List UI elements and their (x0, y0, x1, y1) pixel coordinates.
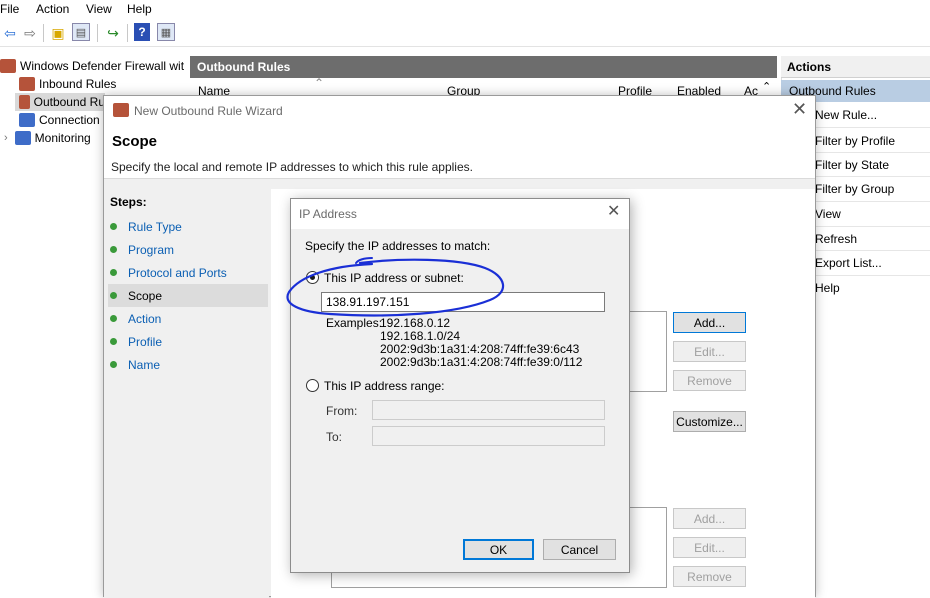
subnet-option-label[interactable]: This IP address or subnet: (324, 271, 464, 285)
center-pane-title: Outbound Rules (190, 56, 777, 78)
up-folder-icon[interactable]: ▣ (48, 23, 68, 43)
action-filter-by-profile[interactable]: Filter by Profile (815, 134, 895, 148)
connection-icon (19, 113, 35, 127)
sort-up-icon: ⌃ (314, 76, 325, 90)
tree-item-outbound-rules[interactable]: Outbound Ru (15, 93, 105, 111)
ip-dialog-titlebar: IP Address ✕ (291, 199, 629, 229)
example-item: 2002:9d3b:1a31:4:208:74ff:fe39:6c43 (380, 342, 580, 356)
step-label: Action (128, 311, 162, 326)
step-action[interactable]: Action (108, 307, 268, 330)
tree-item-label: Windows Defender Firewall wit (20, 59, 185, 73)
action-export-list[interactable]: Export List... (815, 256, 882, 270)
step-label: Name (128, 357, 161, 372)
step-label: Program (128, 242, 175, 257)
tree-item-label: Outbound Ru (33, 95, 105, 109)
firewall-rules-icon (19, 77, 35, 91)
remove-remote-button[interactable]: Remove (673, 566, 746, 587)
firewall-icon (113, 103, 129, 117)
green-dot-icon (110, 315, 117, 322)
close-icon[interactable]: ✕ (792, 100, 807, 118)
toolbar: ⇦ ⇨ ▣ ▤ ↪ ? ▦ (0, 19, 930, 47)
green-dot-icon (110, 292, 117, 299)
help-icon[interactable]: ? (134, 23, 150, 41)
range-option-label[interactable]: This IP address range: (324, 379, 445, 393)
step-label: Profile (128, 334, 163, 349)
edit-button[interactable]: Edit... (673, 341, 746, 362)
step-profile[interactable]: Profile (108, 330, 268, 353)
range-radio[interactable] (306, 379, 319, 392)
ip-dialog-title: IP Address (299, 207, 357, 221)
wizard-heading: Scope (112, 133, 158, 150)
tree-item-label: Inbound Rules (39, 77, 117, 91)
example-item: 192.168.1.0/24 (380, 329, 461, 343)
example-item: 2002:9d3b:1a31:4:208:74ff:fe39:0/112 (380, 355, 583, 369)
properties-icon[interactable]: ▦ (157, 23, 175, 41)
step-scope[interactable]: Scope (108, 284, 268, 307)
wizard-subheading: Specify the local and remote IP addresse… (111, 160, 473, 174)
step-label: Rule Type (128, 219, 182, 234)
from-label: From: (326, 404, 358, 418)
monitoring-icon (14, 131, 31, 145)
show-hide-tree-icon[interactable]: ▤ (72, 23, 90, 41)
menu-action[interactable]: Action (36, 2, 69, 16)
subnet-input[interactable] (321, 292, 605, 312)
step-protocol-and-ports[interactable]: Protocol and Ports (108, 261, 268, 284)
wizard-title: New Outbound Rule Wizard (134, 104, 283, 118)
tree-item-label: Monitoring (34, 131, 91, 145)
wizard-header: Scope Specify the local and remote IP ad… (104, 126, 815, 179)
green-dot-icon (110, 361, 117, 368)
ok-button[interactable]: OK (463, 539, 534, 560)
examples-label: Examples: (326, 316, 383, 330)
menu-file[interactable]: File (0, 2, 19, 16)
from-input[interactable] (372, 400, 605, 420)
firewall-icon (0, 59, 16, 73)
steps-label: Steps: (110, 195, 147, 209)
tree-item-inbound-rules[interactable]: Inbound Rules (19, 75, 116, 93)
step-program[interactable]: Program (108, 238, 268, 261)
action-filter-by-state[interactable]: Filter by State (815, 158, 889, 172)
tree-item-monitoring[interactable]: › Monitoring (4, 129, 91, 147)
green-dot-icon (110, 338, 117, 345)
back-arrow-icon[interactable]: ⇦ (0, 23, 20, 43)
menu-help[interactable]: Help (127, 2, 152, 16)
menu-view[interactable]: View (86, 2, 112, 16)
forward-arrow-icon[interactable]: ⇨ (20, 23, 40, 43)
green-dot-icon (110, 246, 117, 253)
to-label: To: (326, 430, 343, 444)
subnet-radio[interactable] (306, 271, 319, 284)
action-filter-by-group[interactable]: Filter by Group (815, 182, 894, 196)
scroll-up-icon[interactable]: ⌃ (762, 80, 771, 93)
green-dot-icon (110, 223, 117, 230)
add-remote-button[interactable]: Add... (673, 508, 746, 529)
actions-title: Actions (781, 56, 930, 78)
edit-remote-button[interactable]: Edit... (673, 537, 746, 558)
action-view[interactable]: View (815, 207, 841, 221)
tree-item-firewall[interactable]: Windows Defender Firewall wit (0, 57, 184, 75)
tree-item-label: Connection (39, 113, 100, 127)
step-name[interactable]: Name (108, 353, 268, 376)
tree-item-connection[interactable]: Connection (19, 111, 100, 129)
add-button[interactable]: Add... (673, 312, 746, 333)
action-help[interactable]: Help (815, 281, 840, 295)
customize-button[interactable]: Customize... (673, 411, 746, 432)
to-input[interactable] (372, 426, 605, 446)
wizard-steps: Steps: Rule Type Program Protocol and Po… (104, 189, 269, 598)
step-rule-type[interactable]: Rule Type (108, 215, 268, 238)
step-label: Protocol and Ports (128, 265, 227, 280)
cancel-button[interactable]: Cancel (543, 539, 616, 560)
green-dot-icon (110, 269, 117, 276)
chevron-right-icon[interactable]: › (4, 132, 8, 144)
remove-button[interactable]: Remove (673, 370, 746, 391)
example-item: 192.168.0.12 (380, 316, 451, 330)
menu-bar: File Action View Help (0, 0, 930, 19)
close-icon[interactable]: ✕ (607, 204, 620, 220)
action-refresh[interactable]: Refresh (815, 232, 857, 246)
ip-dialog-prompt: Specify the IP addresses to match: (305, 239, 491, 253)
step-label: Scope (128, 288, 163, 303)
action-new-rule[interactable]: New Rule... (815, 108, 877, 122)
ip-address-dialog: IP Address ✕ Specify the IP addresses to… (290, 198, 630, 573)
export-list-icon[interactable]: ↪ (103, 23, 123, 43)
wizard-titlebar: New Outbound Rule Wizard ✕ (104, 96, 815, 126)
firewall-rules-icon (19, 95, 30, 109)
